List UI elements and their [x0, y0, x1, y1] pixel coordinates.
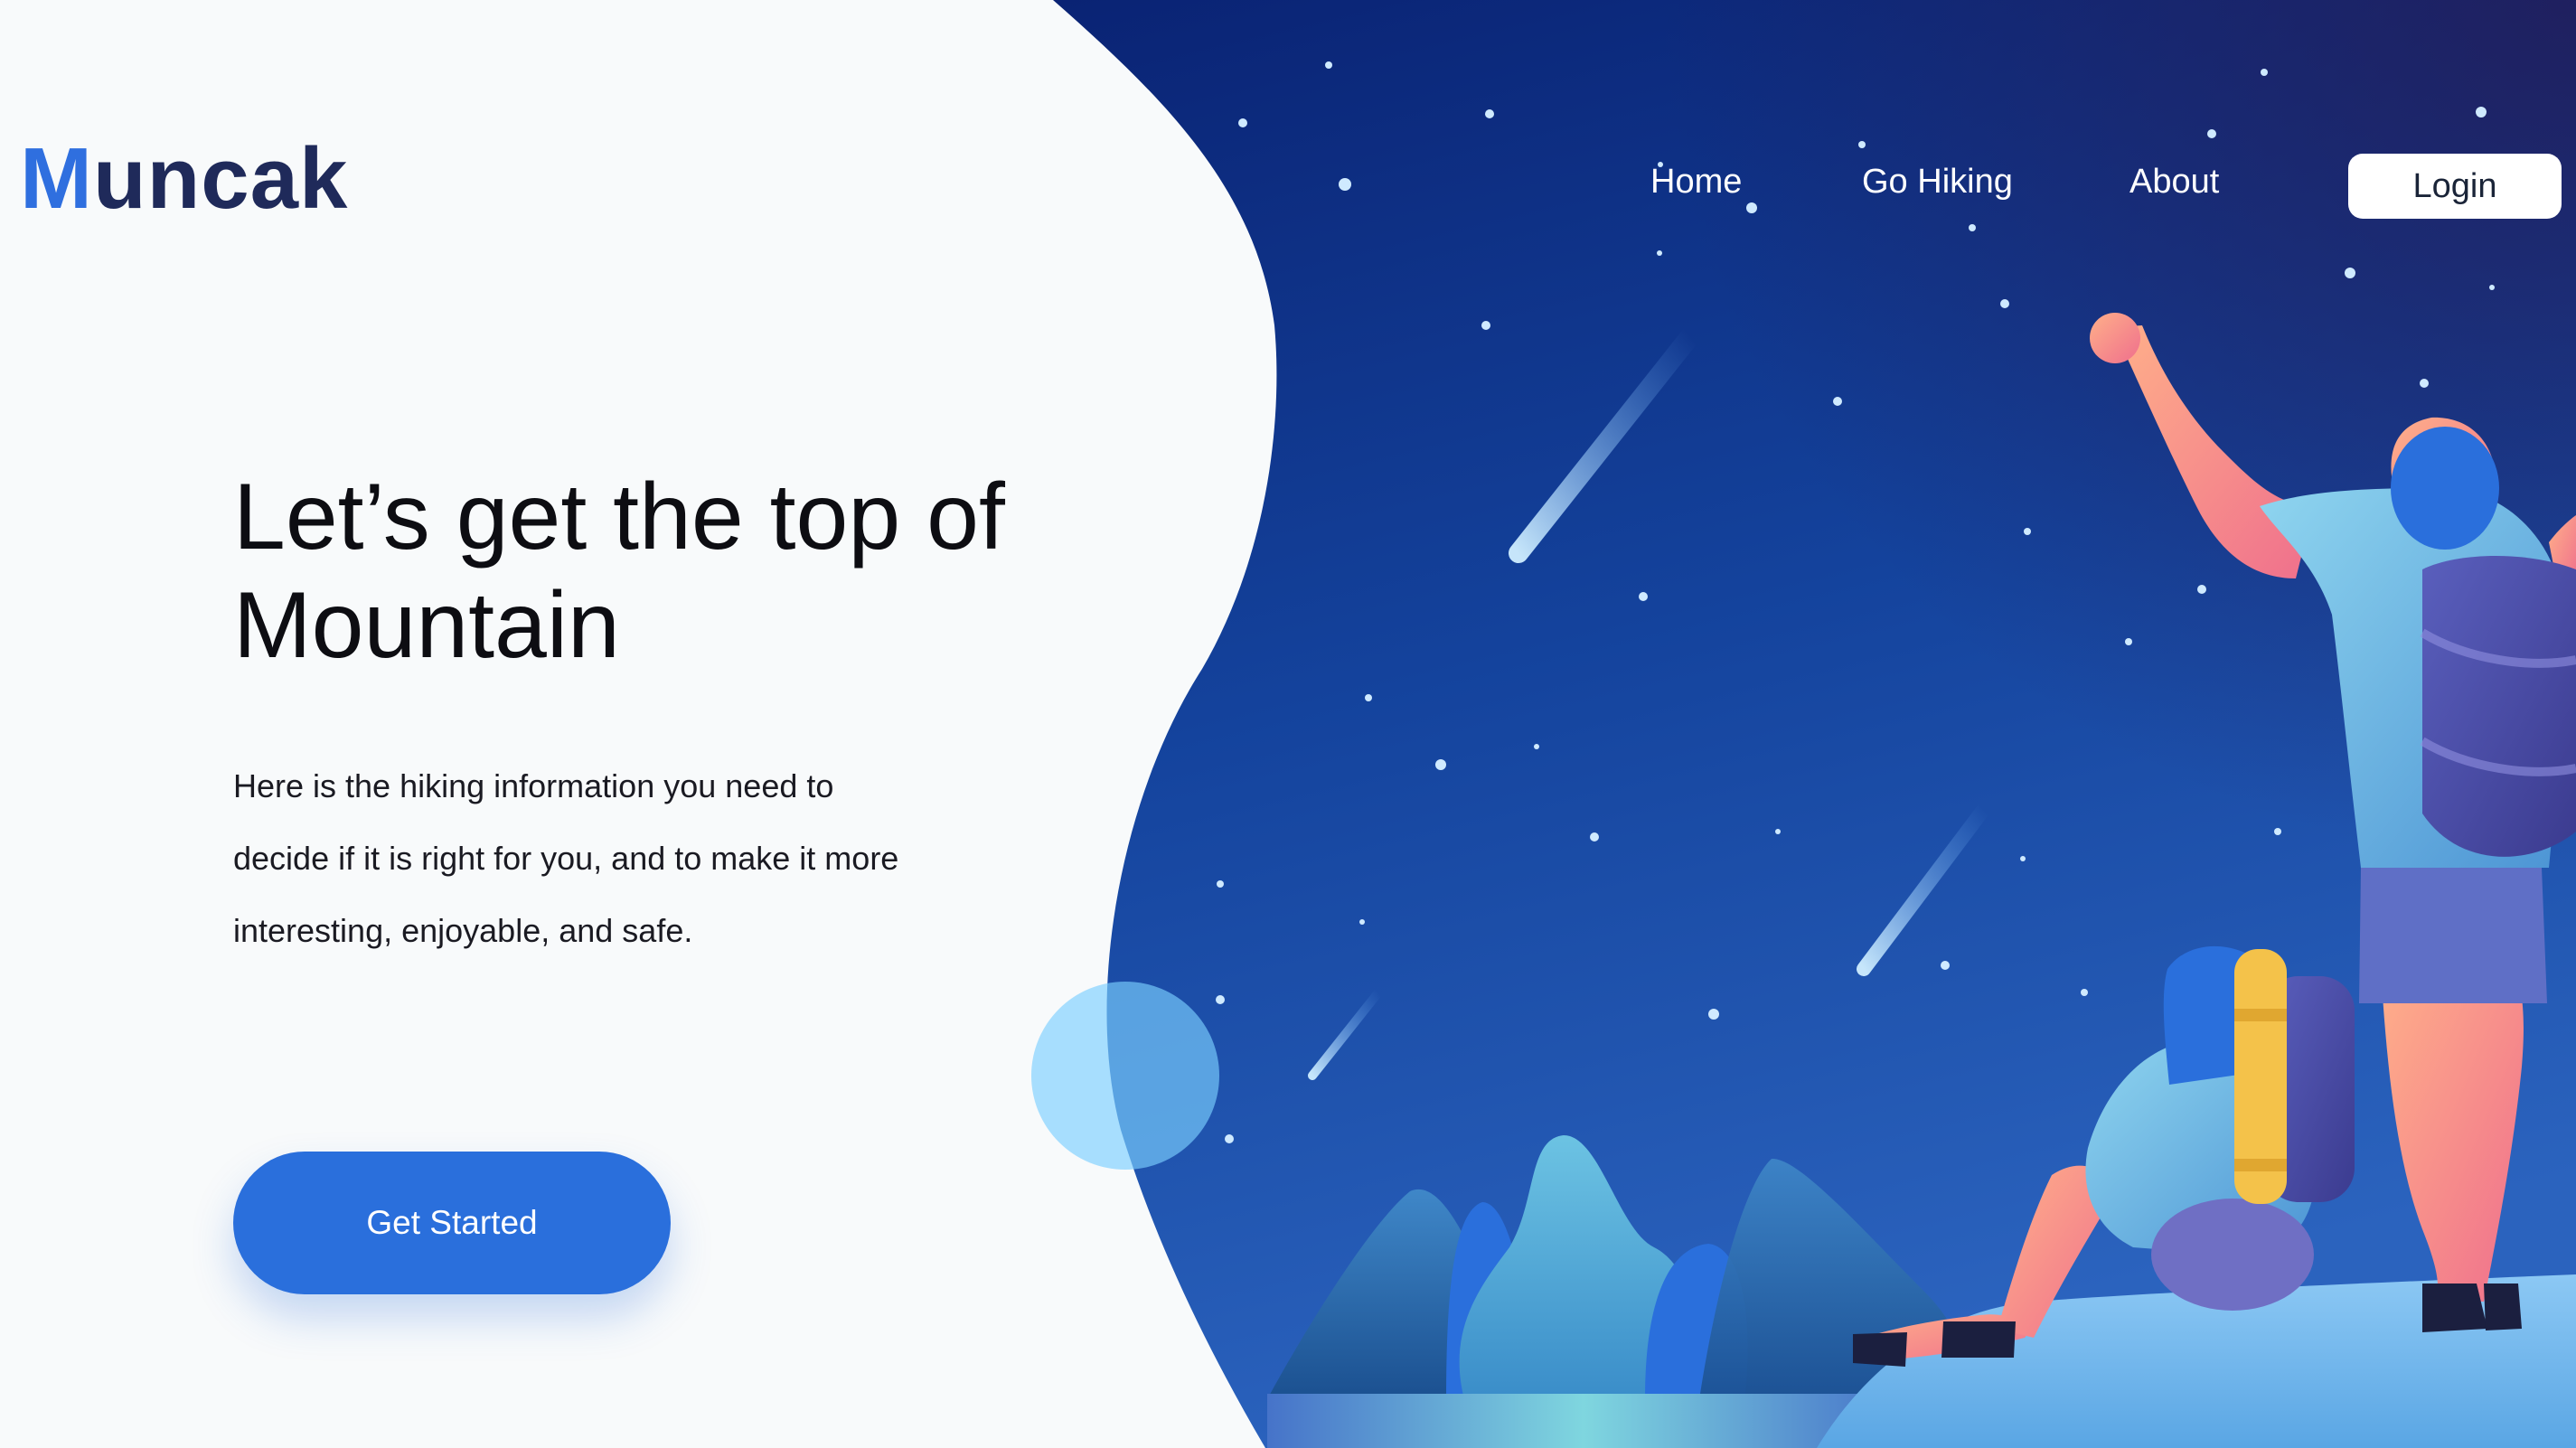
hero-description: Here is the hiking information you need … — [233, 767, 899, 949]
main-nav: Home Go Hiking About Login — [0, 154, 2576, 219]
nav-go-hiking[interactable]: Go Hiking — [1862, 165, 2013, 199]
decorative-circle — [1031, 982, 1219, 1170]
get-started-button[interactable]: Get Started — [233, 1152, 671, 1294]
nav-home[interactable]: Home — [1650, 165, 1742, 199]
nav-about[interactable]: About — [2129, 165, 2219, 199]
hero-headline: Let’s get the top of Mountain — [233, 465, 1005, 678]
login-button[interactable]: Login — [2348, 154, 2562, 219]
